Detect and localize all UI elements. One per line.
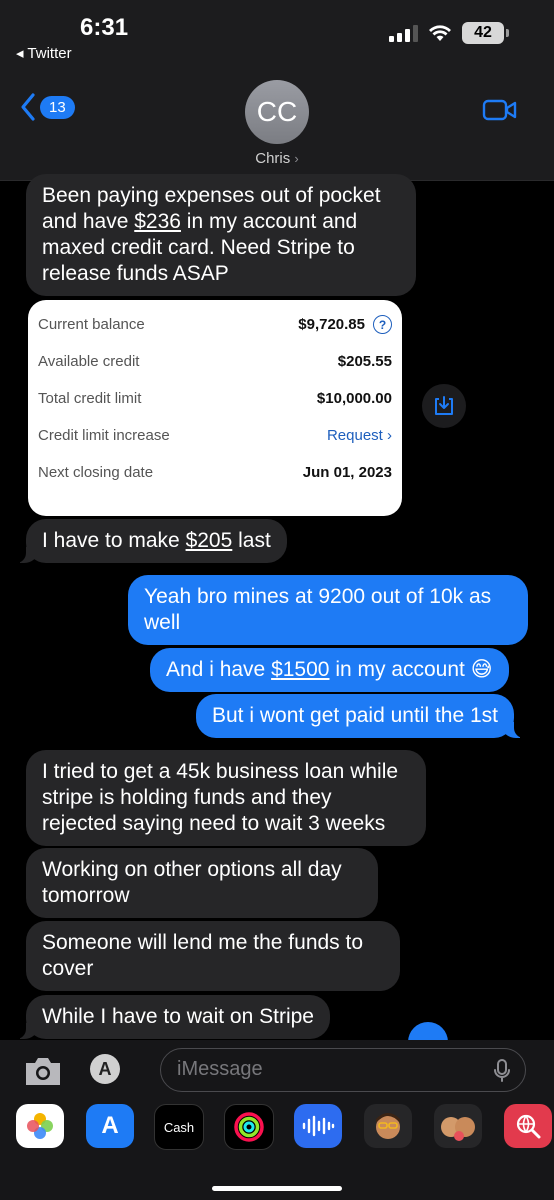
back-to-app-link[interactable]: ◂ Twitter (16, 44, 72, 62)
message-bubble-received[interactable]: I tried to get a 45k business loan while… (26, 750, 426, 846)
status-indicators: 42 (389, 22, 509, 44)
message-bubble-received[interactable]: Been paying expenses out of pocket and h… (26, 174, 416, 296)
avatar-initials: CC (256, 96, 298, 127)
memoji-button[interactable] (364, 1104, 412, 1148)
message-link-amount[interactable]: $1500 (271, 658, 329, 681)
card-row-label: Next closing date (38, 464, 154, 481)
globe-search-icon (516, 1114, 541, 1139)
card-row-label: Current balance (38, 316, 145, 333)
app-store-button[interactable]: A (90, 1054, 120, 1084)
cellular-signal-icon (389, 24, 418, 42)
contact-name-text: Chris (255, 150, 291, 167)
message-text: Working on other options all day tomorro… (42, 858, 342, 907)
message-input-placeholder: iMessage (177, 1058, 263, 1080)
message-bubble-received[interactable]: I have to make $205 last (16, 519, 287, 563)
camera-icon (26, 1058, 60, 1085)
app-drawer: A Cash (0, 1104, 554, 1152)
message-bubble-received[interactable]: Someone will lend me the funds to cover (26, 921, 400, 991)
wifi-icon (429, 25, 451, 41)
message-bubble-sent[interactable]: And i have $1500 in my account 😅 (150, 648, 509, 692)
back-button[interactable]: 13 (20, 92, 75, 122)
card-row-next-closing-date: Next closing date Jun 01, 2023 (38, 454, 392, 491)
message-text: Someone will lend me the funds to cover (42, 931, 364, 980)
web-search-button[interactable] (504, 1104, 552, 1148)
conversation-header: 6:31 ◂ Twitter 42 13 CC Chris › (0, 0, 554, 181)
facetime-video-button[interactable] (482, 98, 518, 127)
app-store-app-button[interactable]: A (86, 1104, 134, 1148)
message-link-amount[interactable]: $236 (134, 210, 181, 233)
message-text: in my account 😅 (329, 658, 493, 681)
message-text: But i wont get paid until the 1st (212, 704, 499, 727)
download-icon (435, 396, 453, 415)
microphone-icon[interactable] (493, 1059, 511, 1083)
battery-level: 42 (474, 24, 492, 41)
message-input[interactable]: iMessage (160, 1048, 526, 1092)
message-bubble-received[interactable]: Working on other options all day tomorro… (26, 848, 378, 918)
photos-icon (27, 1113, 53, 1139)
card-row-available-credit: Available credit $205.55 (38, 343, 392, 380)
message-link-amount[interactable]: $205 (186, 529, 233, 552)
card-row-value: $205.55 (337, 353, 392, 370)
message-text: While I have to wait on Stripe (42, 1005, 314, 1028)
status-time: 6:31 (80, 14, 129, 41)
photos-app-button[interactable] (16, 1104, 64, 1148)
waveform-icon (302, 1115, 335, 1137)
apple-cash-label: Cash (163, 1119, 195, 1135)
memoji-stickers-button[interactable] (434, 1104, 482, 1148)
apple-cash-button[interactable]: Cash (154, 1104, 204, 1150)
message-text: I have to make (42, 529, 186, 552)
card-row-total-credit-limit: Total credit limit $10,000.00 (38, 380, 392, 417)
message-bubble-sent[interactable]: But i wont get paid until the 1st (196, 694, 525, 738)
video-camera-icon (482, 99, 517, 121)
message-text: I tried to get a 45k business loan while… (42, 760, 399, 835)
contact-avatar[interactable]: CC (245, 80, 309, 144)
card-row-credit-limit-increase: Credit limit increase Request › (38, 417, 392, 454)
battery-icon: 42 (462, 22, 509, 44)
audio-message-button[interactable] (294, 1104, 342, 1148)
card-row-label: Total credit limit (38, 390, 142, 407)
camera-button[interactable] (22, 1054, 64, 1093)
fitness-activity-button[interactable] (224, 1104, 274, 1150)
message-bubble-sent[interactable]: Yeah bro mines at 9200 out of 10k as wel… (128, 575, 528, 645)
app-store-icon: A (101, 1112, 119, 1139)
app-store-icon: A (98, 1058, 112, 1079)
stickers-icon (441, 1117, 475, 1141)
home-indicator[interactable] (212, 1186, 342, 1191)
message-text: Yeah bro mines at 9200 out of 10k as wel… (144, 585, 492, 634)
card-row-current-balance: Current balance $9,720.85? (38, 306, 392, 343)
card-row-value: $9,720.85 (298, 316, 365, 333)
help-icon: ? (373, 315, 392, 334)
activity-rings-icon (234, 1112, 264, 1142)
chevron-left-icon (21, 93, 35, 121)
message-bubble-received[interactable]: While I have to wait on Stripe (16, 995, 330, 1039)
card-row-label: Credit limit increase (38, 427, 170, 444)
unread-count-badge: 13 (40, 95, 75, 119)
card-request-link: Request › (326, 427, 392, 444)
save-image-button[interactable] (422, 384, 466, 428)
chevron-right-icon: › (294, 151, 299, 166)
message-text: And i have (166, 658, 272, 681)
memoji-icon (376, 1113, 400, 1139)
card-row-label: Available credit (38, 353, 140, 370)
card-row-value: $10,000.00 (316, 390, 392, 407)
card-row-value: Jun 01, 2023 (302, 464, 392, 481)
message-text: last (232, 529, 271, 552)
contact-name[interactable]: Chris › (0, 150, 554, 167)
credit-card-screenshot-image[interactable]: Current balance $9,720.85? Available cre… (28, 300, 402, 516)
